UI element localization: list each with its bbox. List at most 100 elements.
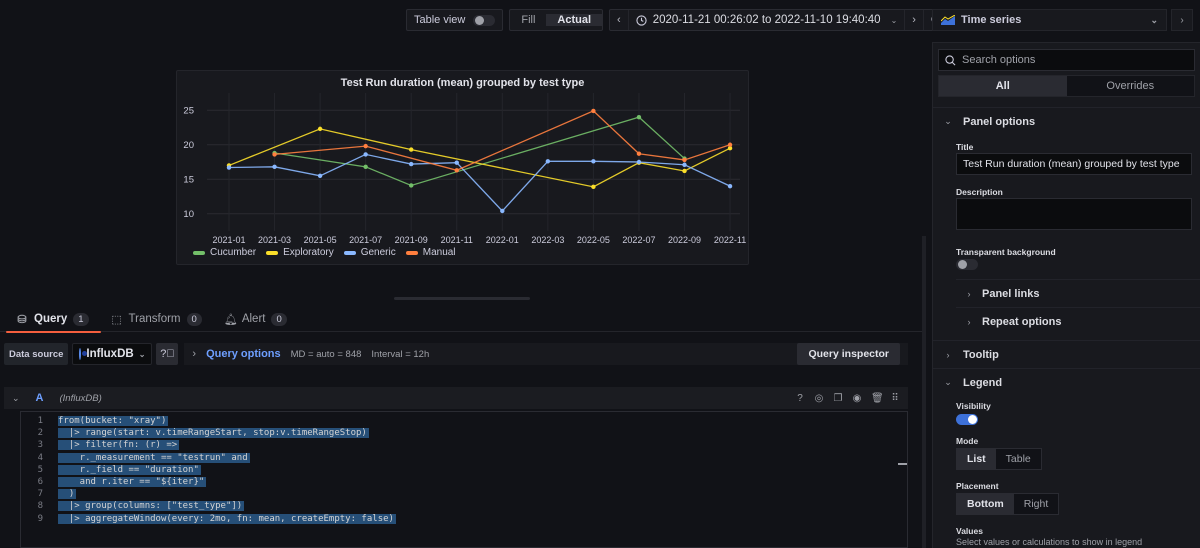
transparent-background-switch[interactable] <box>956 259 978 270</box>
drag-handle-icon[interactable]: ⠿ <box>890 393 900 404</box>
data-source-picker[interactable]: InfluxDB ⌄ <box>72 343 153 365</box>
database-icon: ⛁ <box>17 313 27 326</box>
time-series-chart: 10 15 20 25 2021-01 2021-03 2021-05 2021-07 2021… <box>183 93 746 245</box>
section-legend-label: Legend <box>963 376 1003 389</box>
search-placeholder: Search options <box>962 54 1036 66</box>
tab-alert-label: Alert <box>241 313 266 325</box>
tab-overrides[interactable]: Overrides <box>1067 76 1195 96</box>
search-options-input[interactable]: Search options <box>938 49 1195 71</box>
time-forward-button[interactable]: › <box>905 10 924 30</box>
data-point-generic <box>317 173 323 178</box>
title-input[interactable]: Test Run duration (mean) grouped by test… <box>956 153 1192 175</box>
x-tick-label: 2022-07 <box>622 235 655 245</box>
bell-icon: 🔔︎ <box>223 313 238 326</box>
legend-swatch <box>343 250 356 255</box>
chevron-right-icon: › <box>946 349 950 360</box>
x-tick-label: 2021-05 <box>304 235 337 245</box>
query-row-actions: ? ◎ ❐ ◉ 🗑︎ ⠿ <box>795 393 900 404</box>
tab-alert-count: 0 <box>271 312 287 326</box>
legend-visibility-switch[interactable] <box>956 414 978 425</box>
vertical-scrollbar[interactable] <box>922 236 926 548</box>
description-input[interactable] <box>956 198 1192 230</box>
data-source-help-button[interactable]: ?⃝ <box>156 343 179 365</box>
code-line[interactable]: 3 |> filter(fn: (r) => <box>21 439 907 451</box>
tab-alert[interactable]: 🔔︎ Alert 0 <box>214 306 299 332</box>
table-view-toggle[interactable]: Table view <box>406 9 504 31</box>
y-tick-label: 25 <box>183 105 194 116</box>
options-filter-tabs: All Overrides <box>938 75 1195 97</box>
duplicate-query-icon[interactable]: ❐ <box>833 393 843 404</box>
disable-query-icon[interactable]: ◎ <box>814 393 824 404</box>
code-line[interactable]: 8 |> group(columns: ["test_type"]) <box>21 500 907 512</box>
code-line[interactable]: 4 r._measurement == "testrun" and <box>21 452 907 464</box>
line-number: 8 <box>37 501 43 512</box>
section-tooltip[interactable]: › Tooltip <box>933 340 1200 368</box>
section-panel-options[interactable]: ⌄ Panel options <box>933 107 1200 135</box>
query-options-bar[interactable]: › Query options MD = auto = 848 Interval… <box>184 343 908 365</box>
tab-query[interactable]: ⛁ Query 1 <box>6 306 101 333</box>
time-back-button[interactable]: ‹ <box>610 10 629 30</box>
line-number: 2 <box>37 428 43 439</box>
mode-list-option[interactable]: List <box>957 449 996 469</box>
help-icon: ?⃝ <box>160 348 175 360</box>
legend-item[interactable]: Cucumber <box>193 247 256 258</box>
legend-swatch <box>266 250 279 255</box>
time-range-button[interactable]: 2020-11-21 00:26:02 to 2022-11-10 19:40:… <box>629 10 906 30</box>
visualization-picker[interactable]: Time series ⌄ <box>932 9 1167 31</box>
placement-bottom-option[interactable]: Bottom <box>957 494 1014 514</box>
data-point-generic <box>727 183 733 189</box>
data-point-generic <box>226 165 232 170</box>
x-tick-label: 2021-11 <box>441 235 473 245</box>
line-number: 4 <box>37 452 43 463</box>
fill-button[interactable]: Fill <box>510 14 546 26</box>
query-inspector-button[interactable]: Query inspector <box>797 343 900 365</box>
eye-icon[interactable]: ◉ <box>852 393 862 404</box>
code-line[interactable]: 7 ) <box>21 488 907 500</box>
options-sidebar: Time series ⌄ › Search options All Overr… <box>930 0 1200 548</box>
data-point-generic <box>272 164 277 170</box>
code-line[interactable]: 9 |> aggregateWindow(every: 2mo, fn: mea… <box>21 513 907 525</box>
chevron-down-icon: ⌄ <box>890 15 898 25</box>
flux-code-editor[interactable]: 1 from(bucket: "xray") 2 |> range(start: v… <box>20 411 908 548</box>
line-number: 7 <box>37 489 43 500</box>
collapse-row-icon[interactable]: ⌄ <box>12 393 20 404</box>
trash-icon[interactable]: 🗑︎ <box>871 393 884 404</box>
data-point-cucumber <box>636 114 642 120</box>
section-panel-links[interactable]: › Panel links <box>956 279 1200 307</box>
tab-all[interactable]: All <box>939 76 1067 96</box>
section-repeat-options[interactable]: › Repeat options <box>956 307 1200 335</box>
pane-resize-handle[interactable] <box>394 297 530 300</box>
section-panel-links-label: Panel links <box>982 287 1040 300</box>
code-text: and r.iter == "${iter}" <box>58 477 207 488</box>
x-tick-label: 2022-09 <box>668 235 701 245</box>
description-label: Description <box>956 187 1003 197</box>
data-point-manual <box>636 151 642 156</box>
code-line[interactable]: 6 and r.iter == "${iter}" <box>21 476 907 488</box>
code-line[interactable]: 1 from(bucket: "xray") <box>21 415 907 427</box>
table-view-switch[interactable] <box>473 14 496 26</box>
query-row-header: ⌄ A (InfluxDB) ? ◎ ❐ ◉ 🗑︎ ⠿ <box>4 387 908 409</box>
tab-transform[interactable]: ⬚ Transform 0 <box>101 306 214 332</box>
placement-right-option[interactable]: Right <box>1014 494 1059 514</box>
legend-label: Manual <box>422 247 456 258</box>
query-options-label[interactable]: Query options <box>206 348 281 360</box>
legend-item[interactable]: Generic <box>343 247 396 258</box>
query-row-letter[interactable]: A <box>36 392 44 404</box>
code-line[interactable]: 2 |> range(start: v.timeRangeStart, stop… <box>21 427 907 439</box>
help-icon[interactable]: ? <box>795 393 805 404</box>
mode-table-option[interactable]: Table <box>996 449 1041 469</box>
actual-button[interactable]: Actual <box>546 14 603 26</box>
legend-item[interactable]: Exploratory <box>266 247 334 258</box>
legend-item[interactable]: Manual <box>405 247 456 258</box>
clock-icon <box>636 14 647 26</box>
code-line[interactable]: 5 r._field == "duration" <box>21 464 907 476</box>
collapse-sidebar-button[interactable]: › <box>1171 9 1193 31</box>
data-source-name: InfluxDB <box>86 348 134 360</box>
section-legend[interactable]: ⌄ Legend <box>933 368 1200 396</box>
data-point-generic <box>454 160 459 165</box>
x-tick-label: 2022-03 <box>531 235 564 245</box>
y-tick-label: 20 <box>183 140 194 151</box>
code-text: |> filter(fn: (r) => <box>58 440 180 451</box>
code-text: r._measurement == "testrun" and <box>58 452 250 463</box>
x-tick-label: 2021-01 <box>212 235 245 245</box>
